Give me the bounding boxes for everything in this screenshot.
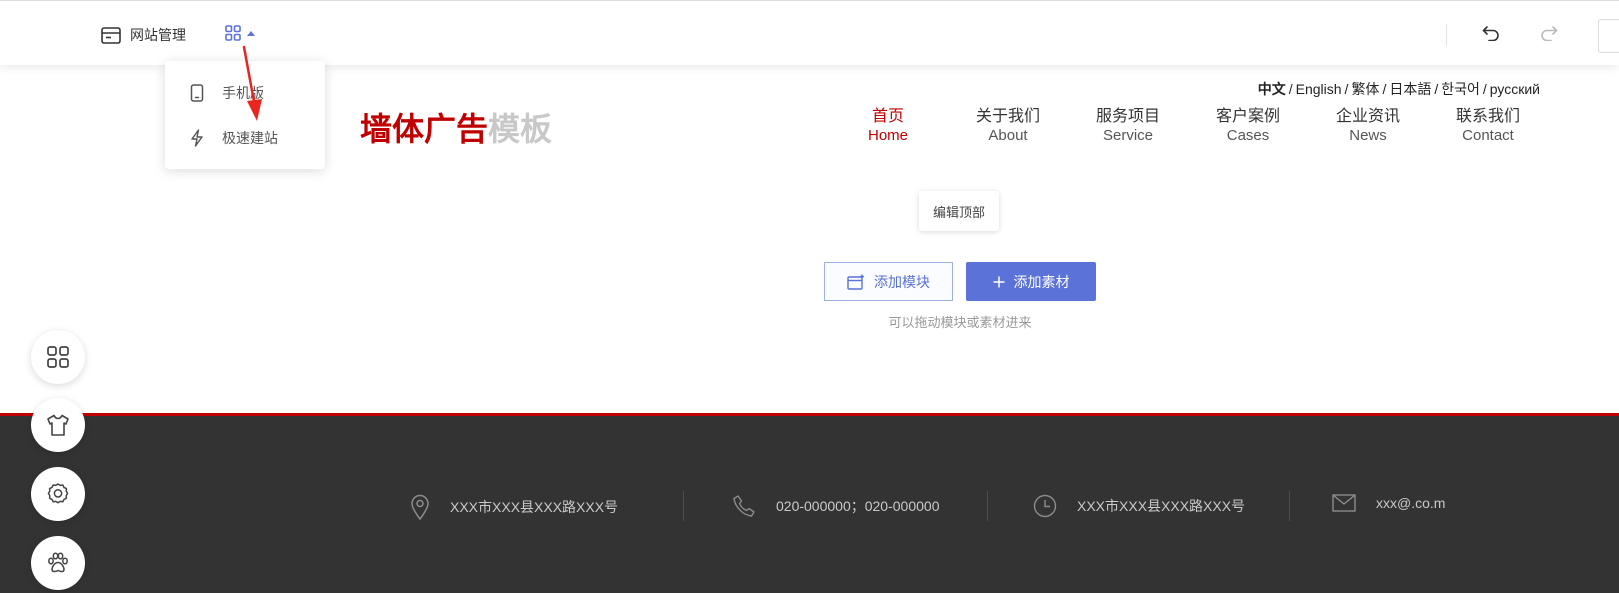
add-material-label: 添加素材 [1013,274,1070,291]
footer-divider [1289,491,1290,521]
modules-panel-button[interactable] [31,330,85,384]
apps-menu-button[interactable] [225,25,255,41]
nav-cases[interactable]: 客户案例 Cases [1193,107,1303,145]
lang-separator: / [1434,81,1439,97]
site-panel-icon [101,26,121,44]
toolbar-divider [1446,24,1447,46]
footer-email: xxx@.co.m [1332,494,1445,512]
footer-hours: XXX市XXX县XXX路XXX号 [1033,494,1245,518]
lang-ja[interactable]: 日本語 [1389,81,1431,97]
footer-address-text: XXX市XXX县XXX路XXX号 [450,499,619,515]
lang-separator: / [1344,81,1349,97]
phone-icon [732,494,756,518]
paw-icon [46,551,70,575]
add-module-icon [847,274,865,290]
nav-home-en: Home [867,127,908,144]
site-footer: XXX市XXX县XXX路XXX号 020-000000；020-000000 X… [0,413,1619,593]
nav-about-en: About [988,127,1028,144]
annotation-arrow-icon [238,45,268,125]
language-switcher: 中文 / English / 繁体 / 日本語 / 한국어 / русский [1258,79,1540,99]
tshirt-icon [46,414,70,436]
menu-item-quick-build-label: 极速建站 [222,131,278,147]
nav-home[interactable]: 首页 Home [833,107,943,145]
undo-icon [1482,25,1500,41]
grid-apps-icon [225,25,241,41]
nav-news[interactable]: 企业资讯 News [1313,107,1423,145]
site-management-label: 网站管理 [130,28,186,44]
lang-zh-cn[interactable]: 中文 [1258,81,1286,97]
gear-icon [46,482,70,506]
nav-cases-en: Cases [1226,127,1270,144]
footer-phone-text: 020-000000；020-000000 [776,498,940,514]
location-pin-icon [410,494,430,520]
nav-service[interactable]: 服务项目 Service [1073,107,1183,145]
lang-ru[interactable]: русский [1490,81,1540,97]
nav-service-en: Service [1102,127,1154,144]
footer-divider [683,491,684,521]
undo-button[interactable] [1482,25,1500,41]
footer-address: XXX市XXX县XXX路XXX号 [410,494,618,520]
add-material-button[interactable]: 添加素材 [966,262,1096,301]
drag-hint-text: 可以拖动模块或素材进来 [888,316,1032,331]
pets-feature-button[interactable] [31,536,85,590]
footer-hours-text: XXX市XXX县XXX路XXX号 [1077,498,1246,514]
nav-cases-cn: 客户案例 [1215,108,1280,125]
edit-header-button[interactable]: 编辑顶部 [919,191,999,231]
nav-contact[interactable]: 联系我们 Contact [1433,107,1543,145]
lang-zh-tw[interactable]: 繁体 [1351,81,1379,97]
redo-button[interactable] [1540,25,1558,41]
redo-icon [1540,25,1558,41]
nav-contact-cn: 联系我们 [1455,108,1520,125]
nav-about[interactable]: 关于我们 About [953,107,1063,145]
theme-skin-button[interactable] [31,398,85,452]
settings-button[interactable] [31,467,85,521]
grid-apps-icon [46,345,70,369]
nav-service-cn: 服务项目 [1095,108,1160,125]
lang-separator: / [1382,81,1387,97]
lang-separator: / [1482,81,1487,97]
footer-phone: 020-000000；020-000000 [732,494,939,518]
footer-divider [987,491,988,521]
clock-icon [1033,494,1057,518]
lightning-icon [190,129,206,147]
caret-up-icon [247,30,255,36]
plus-icon [993,276,1005,288]
mail-icon [1332,494,1356,512]
nav-home-cn: 首页 [871,108,904,125]
lang-ko[interactable]: 한국어 [1441,81,1480,97]
nav-news-cn: 企业资讯 [1335,108,1400,125]
nav-about-cn: 关于我们 [975,108,1040,125]
lang-separator: / [1288,81,1293,97]
toolbar-right-button[interactable] [1598,19,1619,53]
add-module-label: 添加模块 [874,274,930,291]
nav-contact-en: Contact [1462,127,1514,144]
menu-item-quick-build[interactable]: 极速建站 [190,128,278,148]
lang-en[interactable]: English [1296,81,1342,97]
mobile-phone-icon [190,84,206,102]
footer-email-text: xxx@.co.m [1376,495,1446,511]
site-management-button[interactable]: 网站管理 [101,25,186,45]
add-module-button[interactable]: 添加模块 [824,262,953,301]
nav-news-en: News [1349,127,1387,144]
